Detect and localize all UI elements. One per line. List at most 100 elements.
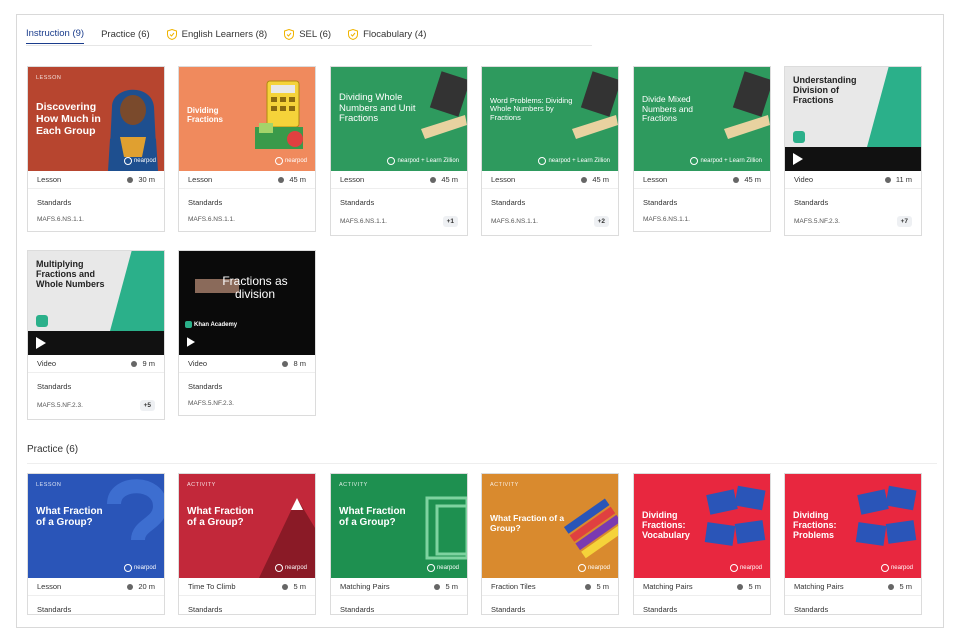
pattern-panel <box>110 251 164 331</box>
card-duration: 8 m <box>293 359 306 368</box>
brand-logo: nearpod <box>880 564 913 572</box>
standards-label: Standards <box>643 605 678 614</box>
standard-code: MAFS.5.NF.2.3. <box>37 402 83 409</box>
practice-card[interactable]: ACTIVITY What Fraction of a Group? nearp… <box>330 473 468 615</box>
video-card[interactable]: Fractions as division Khan Academy Video… <box>178 250 316 416</box>
brand-logo: nearpod <box>274 157 307 165</box>
practice-thumbnail: ACTIVITY What Fraction of a Group? nearp… <box>331 474 467 578</box>
practice-thumbnail: Dividing Fractions: Problems nearpod <box>785 474 921 578</box>
tab-label: Practice (6) <box>101 28 150 40</box>
video-thumbnail: Fractions as division Khan Academy <box>179 251 315 355</box>
card-kicker: LESSON <box>36 482 62 488</box>
card-duration: 20 m <box>138 582 155 591</box>
standards-label: Standards <box>188 198 223 207</box>
standard-code: MAFS.6.NS.1.1. <box>37 216 84 223</box>
practice-thumbnail: LESSON What Fraction of a Group? nearpod <box>28 474 164 578</box>
clock-icon <box>127 583 134 590</box>
practice-thumbnail: ACTIVITY What Fraction of a Group? nearp… <box>482 474 618 578</box>
lesson-thumbnail: Dividing Fractions nearpod <box>179 67 315 171</box>
practice-card[interactable]: ACTIVITY What Fraction of a Group? nearp… <box>481 473 619 615</box>
tab-sel[interactable]: SEL (6) <box>284 24 331 44</box>
tabs-divider <box>26 45 592 46</box>
card-type: Lesson <box>643 175 668 184</box>
play-icon[interactable] <box>793 153 803 165</box>
practice-card[interactable]: Dividing Fractions: Problems nearpod Mat… <box>784 473 922 615</box>
practice-card[interactable]: LESSON What Fraction of a Group? nearpod… <box>27 473 165 615</box>
video-player-bar <box>785 147 921 171</box>
card-meta: Lesson 45 m <box>634 171 770 189</box>
content-panel: Instruction (9) Practice (6) English Lea… <box>16 14 944 628</box>
standards-label: Standards <box>340 605 375 614</box>
card-type: Video <box>794 175 814 184</box>
practice-card[interactable]: Dividing Fractions: Vocabulary nearpod M… <box>633 473 771 615</box>
tab-label: Instruction (9) <box>26 28 85 39</box>
standard-code: MAFS.6.NS.1.1. <box>188 216 235 223</box>
video-card[interactable]: Understanding Division of Fractions Vide… <box>784 66 922 236</box>
lesson-card[interactable]: Dividing Fractions nearpod Lesson 45 m S… <box>178 66 316 232</box>
more-standards-badge[interactable]: +5 <box>139 400 155 411</box>
practice-thumbnail: ACTIVITY What Fraction of a Group? nearp… <box>179 474 315 578</box>
card-type: Fraction Tiles <box>491 582 536 591</box>
practice-card[interactable]: ACTIVITY What Fraction of a Group? nearp… <box>178 473 316 615</box>
card-meta: Fraction Tiles 5 m <box>482 578 618 596</box>
lesson-card[interactable]: Dividing Whole Numbers and Unit Fraction… <box>330 66 468 236</box>
brand-logo: nearpod + Learn Zillion <box>387 157 459 165</box>
card-title: Dividing Fractions: Vocabulary <box>642 510 690 541</box>
card-meta: Lesson 45 m <box>179 171 315 189</box>
card-title: What Fraction of a Group? <box>339 506 406 529</box>
clock-icon <box>131 360 138 367</box>
card-type: Video <box>37 359 57 368</box>
play-icon[interactable] <box>36 337 46 349</box>
tab-practice[interactable]: Practice (6) <box>101 24 150 44</box>
card-type: Lesson <box>37 582 62 591</box>
card-type: Matching Pairs <box>794 582 844 591</box>
more-standards-badge[interactable]: +1 <box>442 216 458 227</box>
card-title: Fractions as division <box>222 274 288 302</box>
math-tools-illustration <box>724 71 770 139</box>
card-title: Understanding Division of Fractions <box>793 75 857 106</box>
card-duration: 5 m <box>748 582 761 591</box>
card-duration: 5 m <box>899 582 912 591</box>
card-duration: 45 m <box>592 175 609 184</box>
pattern-panel <box>867 67 921 147</box>
lesson-card[interactable]: Divide Mixed Numbers and Fractions nearp… <box>633 66 771 232</box>
play-icon[interactable] <box>187 337 195 347</box>
standards-label: Standards <box>491 605 526 614</box>
more-standards-badge[interactable]: +7 <box>896 216 912 227</box>
card-kicker: ACTIVITY <box>187 482 216 488</box>
card-meta: Video 11 m <box>785 171 921 189</box>
section-divider <box>27 463 937 464</box>
card-duration: 5 m <box>596 582 609 591</box>
more-standards-badge[interactable]: +2 <box>593 216 609 227</box>
card-duration: 5 m <box>445 582 458 591</box>
card-kicker: LESSON <box>36 75 62 81</box>
lesson-card[interactable]: Word Problems: Dividing Whole Numbers by… <box>481 66 619 236</box>
khan-leaf-icon <box>185 321 192 328</box>
tab-label: SEL (6) <box>299 28 332 40</box>
standards-label: Standards <box>491 198 526 207</box>
standard-code: MAFS.5.NF.2.3. <box>188 400 234 407</box>
standard-code: MAFS.6.NS.1.1. <box>491 218 538 225</box>
standards-label: Standards <box>37 605 72 614</box>
tab-flocabulary[interactable]: Flocabulary (4) <box>348 24 426 44</box>
tab-instruction[interactable]: Instruction (9) <box>26 24 85 44</box>
card-type: Lesson <box>491 175 516 184</box>
card-meta: Lesson 45 m <box>482 171 618 189</box>
standards-label: Standards <box>37 198 72 207</box>
card-duration: 30 m <box>138 175 155 184</box>
fraction-tiles-graphic <box>563 498 618 559</box>
lesson-thumbnail: LESSON Discovering How Much in Each Grou… <box>28 67 164 171</box>
card-duration: 45 m <box>441 175 458 184</box>
standards-label: Standards <box>37 382 72 391</box>
lesson-thumbnail: Dividing Whole Numbers and Unit Fraction… <box>331 67 467 171</box>
lesson-card[interactable]: LESSON Discovering How Much in Each Grou… <box>27 66 165 232</box>
shield-icon <box>284 28 295 40</box>
clock-icon <box>884 176 891 183</box>
card-title: Multiplying Fractions and Whole Numbers <box>36 259 105 290</box>
brand-logo: nearpod <box>729 564 762 572</box>
card-meta: Video 8 m <box>179 355 315 373</box>
tab-english-learners[interactable]: English Learners (8) <box>166 24 267 44</box>
card-meta: Lesson 45 m <box>331 171 467 189</box>
video-card[interactable]: Multiplying Fractions and Whole Numbers … <box>27 250 165 420</box>
standards-label: Standards <box>188 382 223 391</box>
